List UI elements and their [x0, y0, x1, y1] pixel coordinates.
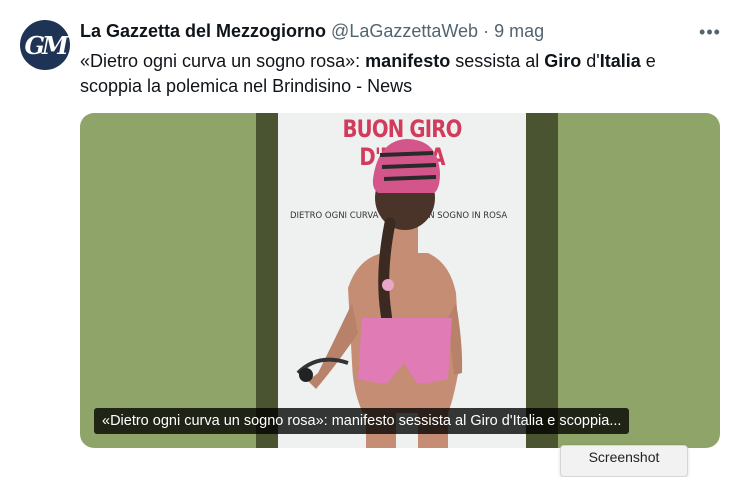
- meta-separator: ·: [483, 21, 490, 41]
- author-handle[interactable]: @LaGazzettaWeb: [331, 21, 478, 41]
- tweet-header: La Gazzetta del Mezzogiorno @LaGazzettaW…: [80, 21, 640, 42]
- poster-frame: BUON GIRO D'ITALIA DIETRO OGNI CURVA UN …: [256, 113, 558, 448]
- screenshot-overlay-tab[interactable]: Screenshot: [560, 445, 688, 477]
- tweet-text-segment: Giro: [544, 51, 582, 71]
- poster-figure-illustration: [296, 139, 463, 448]
- tweet-text-segment: sessista al: [450, 51, 545, 71]
- tweet-text-segment: «Dietro ogni curva un sogno rosa»:: [80, 51, 366, 71]
- author-avatar[interactable]: GM: [20, 20, 70, 70]
- tweet-text-segment: Italia: [599, 51, 641, 71]
- tweet-media-card[interactable]: BUON GIRO D'ITALIA DIETRO OGNI CURVA UN …: [80, 113, 720, 448]
- poster: BUON GIRO D'ITALIA DIETRO OGNI CURVA UN …: [278, 113, 526, 448]
- tweet-date[interactable]: 9 mag: [494, 21, 544, 41]
- author-name[interactable]: La Gazzetta del Mezzogiorno: [80, 21, 326, 41]
- tweet-text: «Dietro ogni curva un sogno rosa»: manif…: [80, 49, 710, 99]
- tweet-text-segment: d': [581, 51, 600, 71]
- tweet-text-segment: manifesto: [365, 51, 451, 71]
- more-horizontal-icon: •••: [699, 21, 721, 42]
- avatar-initials: GM: [24, 30, 68, 60]
- media-caption: «Dietro ogni curva un sogno rosa»: manif…: [94, 408, 630, 434]
- more-options-button[interactable]: •••: [698, 20, 722, 44]
